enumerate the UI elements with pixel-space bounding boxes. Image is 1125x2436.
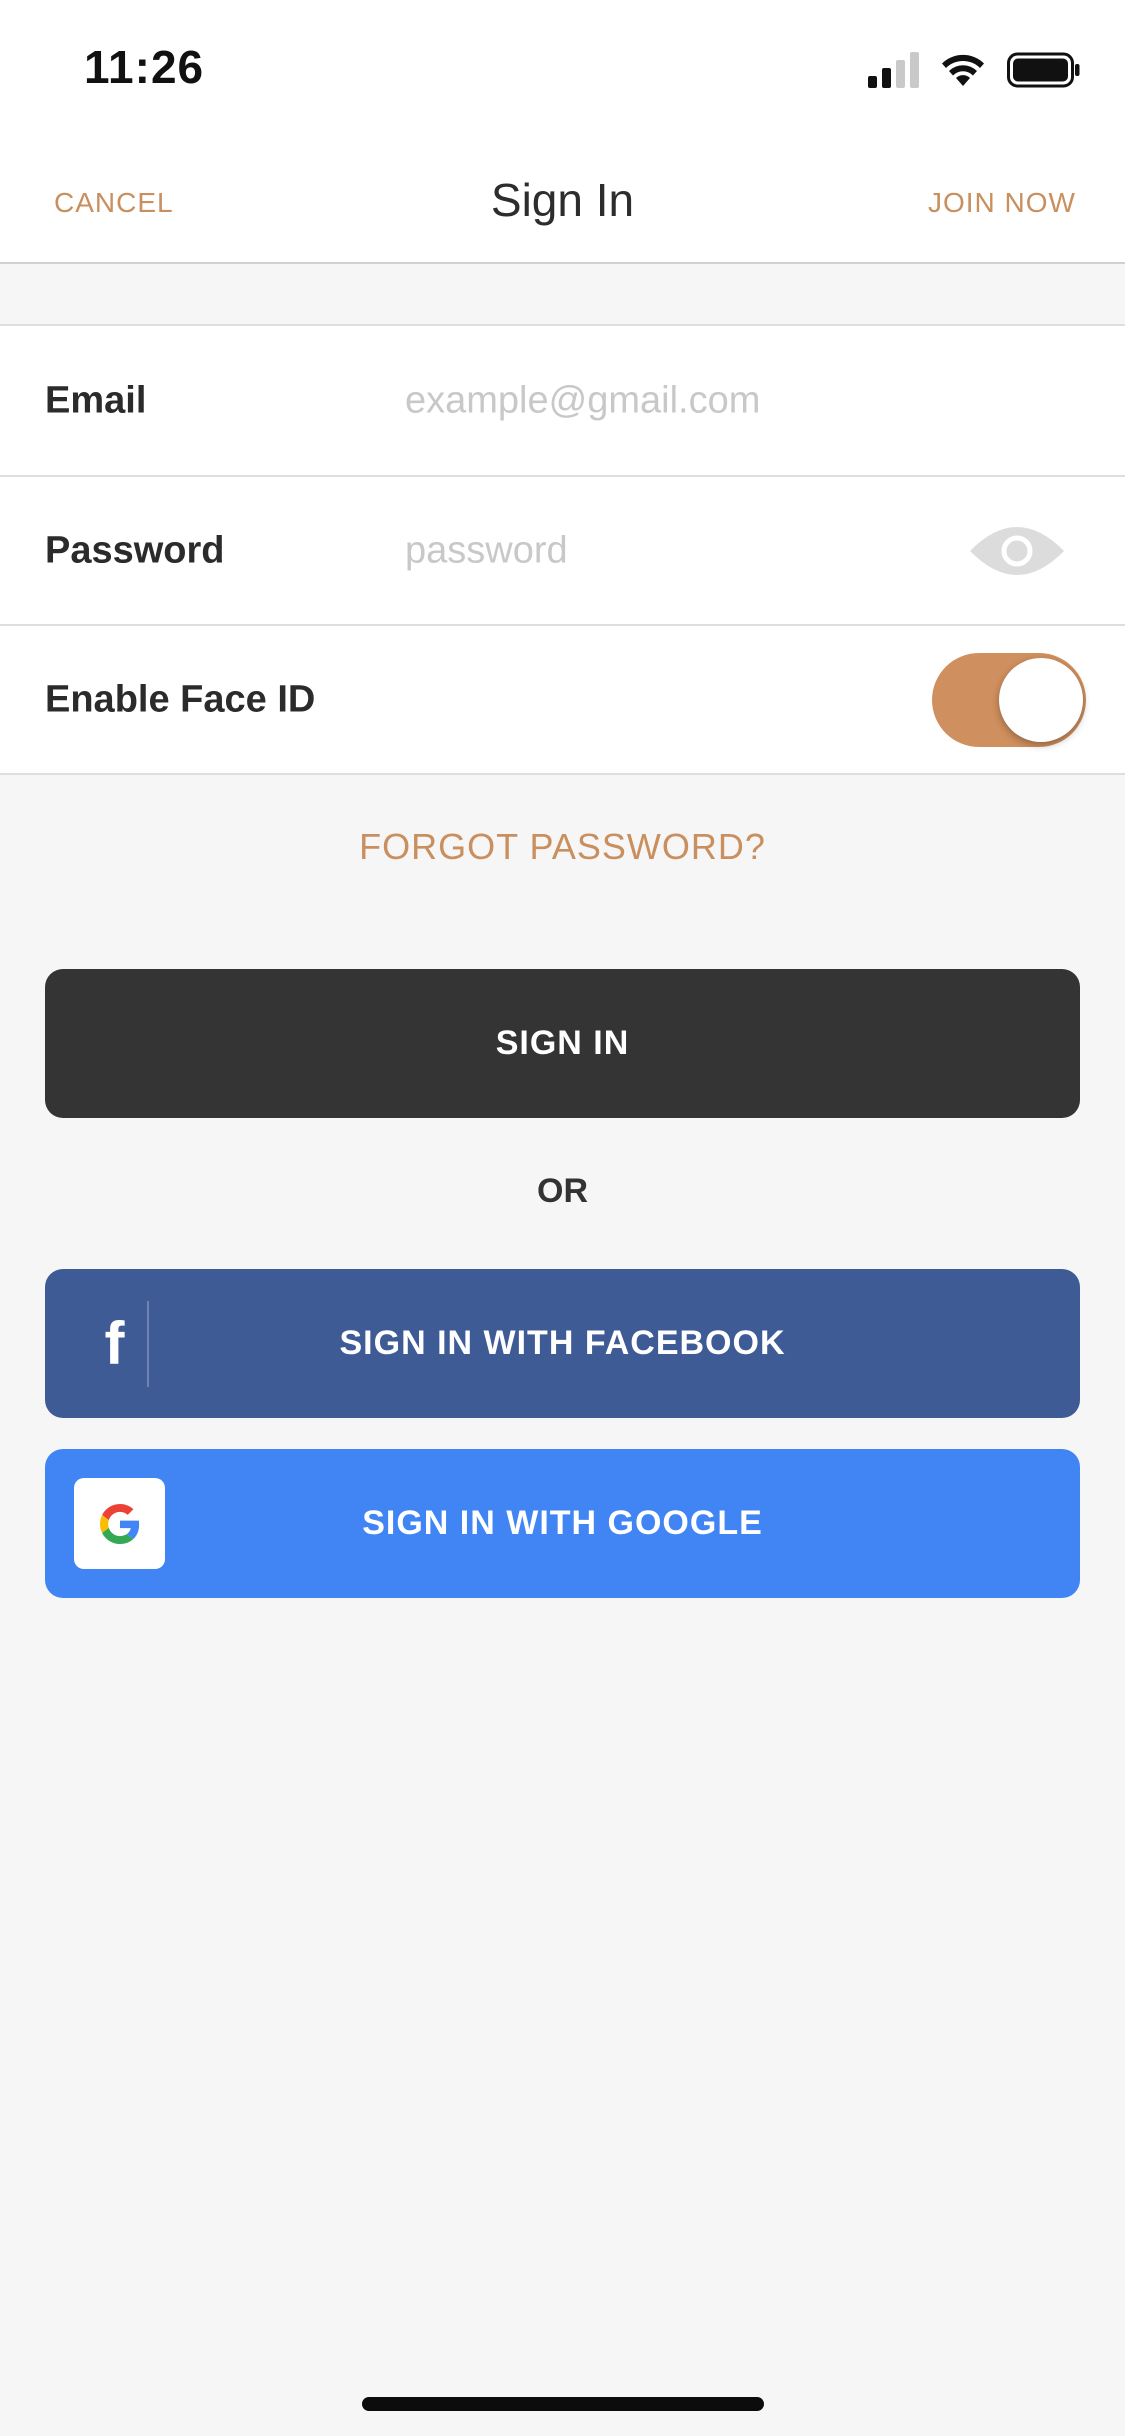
google-button-label: SIGN IN WITH GOOGLE (362, 1504, 763, 1542)
navigation-bar: CANCEL Sign In JOIN NOW (0, 135, 1125, 264)
email-row: Email (0, 326, 1125, 475)
face-id-row: Enable Face ID (0, 624, 1125, 773)
facebook-divider (147, 1301, 149, 1387)
password-row: Password (0, 475, 1125, 624)
sign-in-button[interactable]: SIGN IN (45, 969, 1080, 1118)
password-label: Password (45, 529, 225, 571)
wifi-icon (942, 54, 984, 86)
toggle-knob (999, 657, 1083, 742)
status-bar: 11:26 (0, 0, 1125, 135)
join-now-button[interactable]: JOIN NOW (928, 187, 1076, 219)
email-label: Email (45, 379, 147, 421)
facebook-sign-in-button[interactable]: f SIGN IN WITH FACEBOOK (45, 1269, 1080, 1418)
google-sign-in-button[interactable]: SIGN IN WITH GOOGLE (45, 1449, 1080, 1598)
sign-in-button-label: SIGN IN (495, 1024, 630, 1062)
facebook-icon: f (104, 1310, 126, 1377)
or-separator: OR (537, 1172, 588, 1210)
status-time: 11:26 (84, 41, 205, 93)
eye-icon[interactable] (968, 521, 1066, 581)
battery-icon (1007, 52, 1080, 88)
face-id-label: Enable Face ID (45, 678, 316, 720)
face-id-toggle[interactable] (932, 652, 1086, 747)
google-icon (74, 1478, 165, 1569)
home-indicator[interactable] (362, 2397, 764, 2411)
cellular-signal-icon (868, 52, 919, 88)
facebook-button-label: SIGN IN WITH FACEBOOK (339, 1324, 786, 1362)
forgot-password-link[interactable]: FORGOT PASSWORD? (0, 826, 1125, 868)
sign-in-form: Email Password Enable Face ID (0, 324, 1125, 775)
status-icons (868, 48, 1081, 92)
password-field[interactable] (405, 529, 925, 572)
email-field[interactable] (405, 379, 965, 422)
